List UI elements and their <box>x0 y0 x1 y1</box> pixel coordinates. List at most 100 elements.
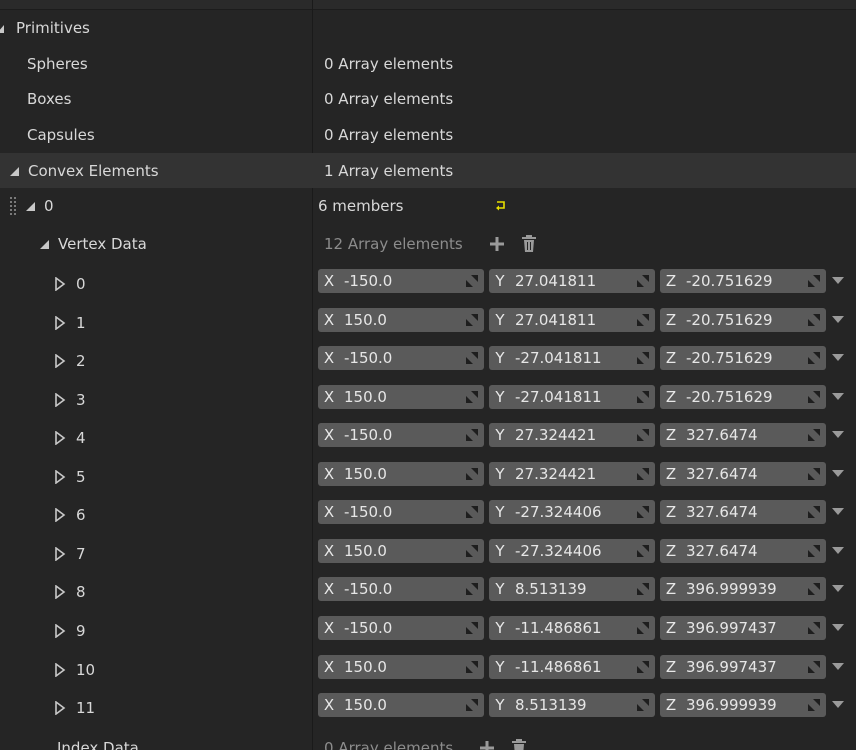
z-value[interactable]: 396.997437 <box>682 619 802 637</box>
y-value[interactable]: 27.041811 <box>511 272 631 290</box>
drag-spin-icon[interactable] <box>631 655 655 679</box>
x-field[interactable]: X 150.0 <box>318 384 484 409</box>
row-convex-elements[interactable]: Convex Elements 1 Array elements <box>0 153 856 188</box>
drag-spin-icon[interactable] <box>460 423 484 447</box>
y-field[interactable]: Y 27.041811 <box>489 307 655 332</box>
chevron-down-icon[interactable] <box>832 662 844 670</box>
triangle-right-icon[interactable] <box>54 585 66 600</box>
drag-spin-icon[interactable] <box>802 462 826 486</box>
row-index-data[interactable]: Index Data 0 Array elements <box>0 729 856 750</box>
chevron-down-icon[interactable] <box>832 315 844 323</box>
x-value[interactable]: 150.0 <box>340 388 460 406</box>
chevron-down-icon[interactable] <box>832 546 844 554</box>
drag-spin-icon[interactable] <box>631 693 655 717</box>
chevron-down-icon[interactable] <box>832 585 844 593</box>
x-value[interactable]: 150.0 <box>340 465 460 483</box>
y-value[interactable]: 27.324421 <box>511 426 631 444</box>
z-field[interactable]: Z -20.751629 <box>660 346 826 371</box>
vertex-row[interactable]: 5 X 150.0 Y 27.324421 Z 327.6474 <box>0 458 856 496</box>
row-capsules[interactable]: Capsules 0 Array elements <box>0 117 856 153</box>
y-field[interactable]: Y -27.324406 <box>489 538 655 563</box>
x-field[interactable]: X 150.0 <box>318 654 484 679</box>
drag-spin-icon[interactable] <box>631 462 655 486</box>
drag-spin-icon[interactable] <box>631 500 655 524</box>
z-value[interactable]: 327.6474 <box>682 503 802 521</box>
trash-icon[interactable] <box>519 234 539 254</box>
z-field[interactable]: Z -20.751629 <box>660 307 826 332</box>
x-field[interactable]: X -150.0 <box>318 577 484 602</box>
chevron-down-icon[interactable] <box>832 431 844 439</box>
y-value[interactable]: -27.041811 <box>511 388 631 406</box>
x-value[interactable]: -150.0 <box>340 426 460 444</box>
chevron-down-icon[interactable] <box>832 392 844 400</box>
y-value[interactable]: 8.513139 <box>511 696 631 714</box>
plus-icon[interactable] <box>477 738 497 750</box>
vertex-row[interactable]: 0 X -150.0 Y 27.041811 Z -20.751629 <box>0 265 856 303</box>
x-value[interactable]: 150.0 <box>340 696 460 714</box>
drag-spin-icon[interactable] <box>460 616 484 640</box>
y-value[interactable]: 27.041811 <box>511 311 631 329</box>
x-field[interactable]: X 150.0 <box>318 538 484 563</box>
x-field[interactable]: X 150.0 <box>318 461 484 486</box>
y-field[interactable]: Y 27.041811 <box>489 269 655 293</box>
drag-spin-icon[interactable] <box>802 385 826 409</box>
triangle-right-icon[interactable] <box>54 623 66 638</box>
triangle-down-icon[interactable] <box>0 22 12 34</box>
y-value[interactable]: -27.324406 <box>511 542 631 560</box>
vertex-row[interactable]: 1 X 150.0 Y 27.041811 Z -20.751629 <box>0 304 856 342</box>
drag-spin-icon[interactable] <box>460 577 484 601</box>
z-field[interactable]: Z 327.6474 <box>660 500 826 525</box>
vertex-row[interactable]: 3 X 150.0 Y -27.041811 Z -20.751629 <box>0 381 856 419</box>
drag-handle-icon[interactable] <box>10 188 18 223</box>
vertex-row[interactable]: 7 X 150.0 Y -27.324406 Z 327.6474 <box>0 535 856 573</box>
drag-spin-icon[interactable] <box>460 500 484 524</box>
drag-spin-icon[interactable] <box>631 385 655 409</box>
x-field[interactable]: X -150.0 <box>318 346 484 371</box>
z-value[interactable]: -20.751629 <box>682 272 802 290</box>
z-value[interactable]: 327.6474 <box>682 426 802 444</box>
drag-spin-icon[interactable] <box>460 539 484 563</box>
triangle-right-icon[interactable] <box>54 315 66 330</box>
vertex-row[interactable]: 10 X 150.0 Y -11.486861 Z 396.997437 <box>0 651 856 689</box>
triangle-right-icon[interactable] <box>54 469 66 484</box>
triangle-right-icon[interactable] <box>54 431 66 446</box>
x-field[interactable]: X -150.0 <box>318 269 484 293</box>
triangle-down-icon[interactable] <box>24 200 36 212</box>
x-value[interactable]: 150.0 <box>340 658 460 676</box>
drag-spin-icon[interactable] <box>802 500 826 524</box>
drag-spin-icon[interactable] <box>802 423 826 447</box>
z-field[interactable]: Z 396.999939 <box>660 577 826 602</box>
y-field[interactable]: Y -11.486861 <box>489 654 655 679</box>
drag-spin-icon[interactable] <box>631 346 655 370</box>
x-field[interactable]: X -150.0 <box>318 500 484 525</box>
z-value[interactable]: 327.6474 <box>682 542 802 560</box>
z-field[interactable]: Z 396.999939 <box>660 693 826 718</box>
row-convex-0[interactable]: 0 6 members <box>0 188 856 223</box>
x-value[interactable]: -150.0 <box>340 503 460 521</box>
drag-spin-icon[interactable] <box>460 462 484 486</box>
vertex-row[interactable]: 6 X -150.0 Y -27.324406 Z 327.6474 <box>0 496 856 534</box>
chevron-down-icon[interactable] <box>832 701 844 709</box>
z-value[interactable]: 396.999939 <box>682 696 802 714</box>
chevron-down-icon[interactable] <box>832 354 844 362</box>
z-value[interactable]: -20.751629 <box>682 349 802 367</box>
chevron-down-icon[interactable] <box>832 623 844 631</box>
triangle-right-icon[interactable] <box>54 392 66 407</box>
triangle-right-icon[interactable] <box>54 354 66 369</box>
triangle-right-icon[interactable] <box>54 277 66 291</box>
drag-spin-icon[interactable] <box>460 693 484 717</box>
x-field[interactable]: X -150.0 <box>318 615 484 640</box>
z-value[interactable]: 396.999939 <box>682 580 802 598</box>
y-value[interactable]: 27.324421 <box>511 465 631 483</box>
y-field[interactable]: Y 27.324421 <box>489 461 655 486</box>
y-field[interactable]: Y 27.324421 <box>489 423 655 448</box>
chevron-down-icon[interactable] <box>832 508 844 516</box>
triangle-right-icon[interactable] <box>54 662 66 677</box>
vertex-row[interactable]: 4 X -150.0 Y 27.324421 Z 327.6474 <box>0 419 856 457</box>
y-value[interactable]: -11.486861 <box>511 658 631 676</box>
row-primitives[interactable]: Primitives <box>0 10 856 46</box>
drag-spin-icon[interactable] <box>802 539 826 563</box>
x-value[interactable]: -150.0 <box>340 349 460 367</box>
x-value[interactable]: 150.0 <box>340 542 460 560</box>
z-value[interactable]: 327.6474 <box>682 465 802 483</box>
